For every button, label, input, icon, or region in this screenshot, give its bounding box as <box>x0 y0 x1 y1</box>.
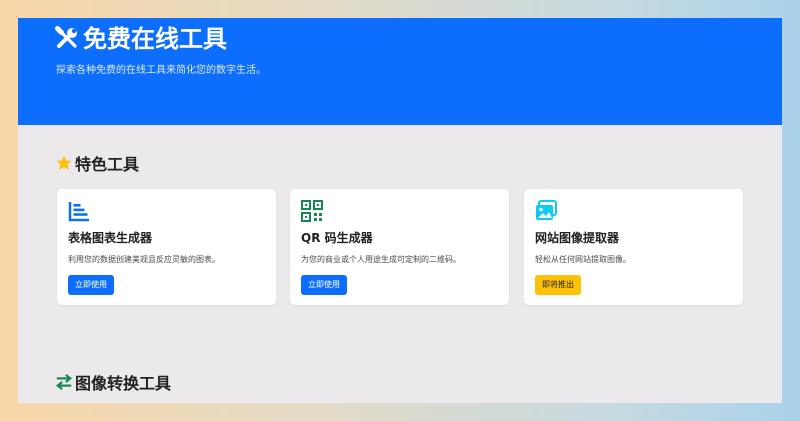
arrows-exchange-icon <box>55 373 73 391</box>
tool-card-image-extractor: 网站图像提取器 轻松从任何网站提取图像。 即将推出 <box>524 189 743 305</box>
tool-card-chart-generator: 表格图表生成器 利用您的数据创建美观且反应灵敏的图表。 立即使用 <box>57 189 276 305</box>
featured-section-title: 特色工具 <box>55 151 139 175</box>
card-title: 表格图表生成器 <box>68 231 153 245</box>
coming-soon-button[interactable]: 即将推出 <box>535 275 581 295</box>
qr-code-icon <box>301 200 323 222</box>
card-title: QR 码生成器 <box>301 231 373 245</box>
hero-title: 免费在线工具 <box>55 24 227 54</box>
card-description: 轻松从任何网站提取图像。 <box>535 255 631 264</box>
bar-chart-icon <box>68 202 89 222</box>
featured-title-text: 特色工具 <box>75 155 140 174</box>
convert-section-title: 图像转换工具 <box>55 370 171 394</box>
use-now-button[interactable]: 立即使用 <box>301 275 347 295</box>
images-icon <box>536 200 557 220</box>
app-window: 免费在线工具 探索各种免费的在线工具来简化您的数字生活。 特色工具 表格图表生成… <box>18 18 782 403</box>
use-now-button[interactable]: 立即使用 <box>68 275 114 295</box>
hero-title-text: 免费在线工具 <box>83 25 227 53</box>
card-description: 为您的商业或个人用途生成可定制的二维码。 <box>301 255 461 264</box>
hero-subtitle: 探索各种免费的在线工具来简化您的数字生活。 <box>56 65 266 76</box>
tool-card-qr-generator: QR 码生成器 为您的商业或个人用途生成可定制的二维码。 立即使用 <box>290 189 509 305</box>
convert-title-text: 图像转换工具 <box>75 374 172 393</box>
tools-icon <box>55 26 77 48</box>
card-title: 网站图像提取器 <box>535 231 620 245</box>
star-icon <box>56 155 72 170</box>
hero-banner: 免费在线工具 探索各种免费的在线工具来简化您的数字生活。 <box>18 18 782 125</box>
card-description: 利用您的数据创建美观且反应灵敏的图表。 <box>68 255 220 264</box>
